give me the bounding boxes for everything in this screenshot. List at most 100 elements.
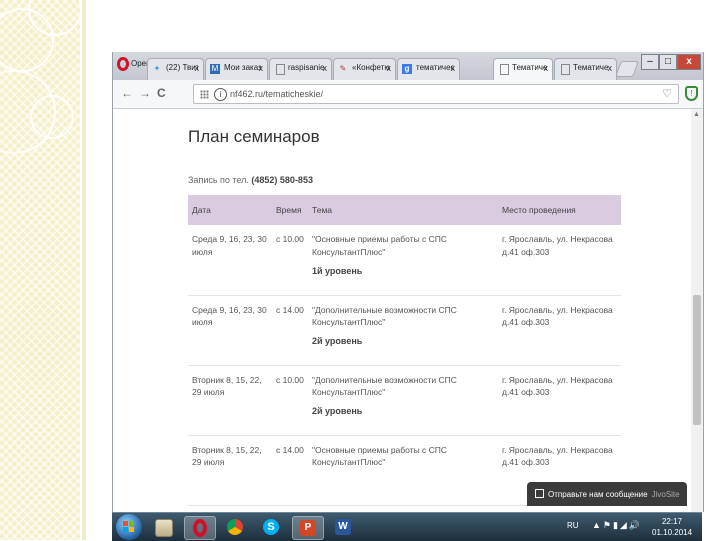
- column-header-time: Время: [272, 195, 308, 225]
- signup-label: Запись по тел.: [188, 175, 252, 185]
- cell-date: Вторник 8, 15, 22, 29 июля: [188, 435, 272, 506]
- tab-label: raspisanie: [288, 63, 325, 72]
- tab-konfetki[interactable]: ✎ «Конфетки x: [333, 58, 396, 80]
- cell-date: Среда 9, 16, 23, 30 июля: [188, 225, 272, 296]
- chat-widget-label: Отправьте нам сообщение: [548, 490, 648, 499]
- signup-phone-line: Запись по тел. (4852) 580-853: [188, 175, 313, 185]
- word-icon[interactable]: W: [328, 516, 358, 538]
- signup-phone: (4852) 580-853: [251, 175, 313, 185]
- close-window-button[interactable]: x: [677, 54, 701, 70]
- opera-logo-icon[interactable]: [117, 57, 129, 71]
- page-scrollbar[interactable]: ▲: [691, 109, 703, 512]
- address-url[interactable]: nf462.ru/tematicheskie/: [230, 89, 323, 99]
- column-header-date: Дата: [188, 195, 272, 225]
- page-icon: [276, 64, 285, 75]
- twitter-bird-icon: ✦: [153, 64, 161, 73]
- chat-widget-button[interactable]: Отправьте нам сообщение JivoSite: [527, 482, 687, 506]
- cell-place: г. Ярославль, ул. Некрасова д.41 оф.303: [498, 295, 621, 366]
- forward-arrow-icon[interactable]: →: [139, 86, 151, 100]
- windows-taskbar: S P W RU ▲⚑▮◢🔊 22:17 01.10.2014: [112, 512, 702, 541]
- chat-checkbox-icon: [535, 489, 544, 498]
- tab-raspisanie[interactable]: raspisanie x: [269, 58, 332, 80]
- file-manager-icon[interactable]: [148, 516, 178, 538]
- address-bar[interactable]: i nf462.ru/tematicheskie/ ♡: [193, 84, 679, 104]
- new-tab-button[interactable]: [615, 61, 639, 77]
- slide-decoration-edge: [82, 0, 86, 540]
- tab-close-icon[interactable]: x: [259, 63, 264, 73]
- tab-tematicheskie[interactable]: Тематиче x: [554, 58, 617, 80]
- cell-place: г. Ярославль, ул. Некрасова д.41 оф.303: [498, 225, 621, 296]
- scrollbar-thumb[interactable]: [693, 295, 701, 425]
- tab-label: «Конфетки: [352, 63, 390, 72]
- tab-google-search[interactable]: g тематическ x: [397, 58, 460, 80]
- cell-time: с 14.00: [272, 435, 308, 506]
- site-info-icon[interactable]: i: [214, 88, 227, 101]
- browser-window: Opera ✦ (22) Твитте x M Мои заказы x ras…: [112, 52, 704, 512]
- cell-topic: "Дополнительные возможности СПС Консульт…: [308, 295, 498, 366]
- tab-twitter[interactable]: ✦ (22) Твитте x: [147, 58, 204, 80]
- windows-start-icon[interactable]: [116, 514, 142, 540]
- tab-label: (22) Твитте: [166, 63, 198, 72]
- table-row: Вторник 8, 15, 22, 29 июля с 10.00 "Допо…: [188, 365, 621, 436]
- cell-topic: "Дополнительные возможности СПС Консульт…: [308, 365, 498, 436]
- pencil-icon: ✎: [339, 64, 347, 73]
- column-header-topic: Тема: [308, 195, 498, 225]
- tab-strip: Opera ✦ (22) Твитте x M Мои заказы x ras…: [113, 52, 703, 80]
- cell-place: г. Ярославль, ул. Некрасова д.41 оф.303: [498, 365, 621, 436]
- level-label: 1й уровень: [312, 265, 363, 276]
- tab-close-icon[interactable]: x: [608, 63, 613, 73]
- tab-orders[interactable]: M Мои заказы x: [205, 58, 268, 80]
- tab-close-icon[interactable]: x: [387, 63, 392, 73]
- skype-icon[interactable]: S: [256, 516, 286, 538]
- page-title: План семинаров: [188, 127, 320, 146]
- tab-close-icon[interactable]: x: [195, 63, 200, 73]
- column-header-place: Место проведения: [498, 195, 621, 225]
- cell-date: Вторник 8, 15, 22, 29 июля: [188, 365, 272, 436]
- tab-tematicheskie-active[interactable]: Тематиче x: [493, 58, 553, 80]
- minimize-button[interactable]: –: [641, 54, 659, 70]
- maximize-button[interactable]: □: [659, 54, 677, 70]
- table-row: Среда 9, 16, 23, 30 июля с 14.00 "Дополн…: [188, 295, 621, 366]
- tab-label: Тематиче: [573, 63, 609, 72]
- tab-close-icon[interactable]: x: [451, 63, 456, 73]
- level-label: 2й уровень: [312, 406, 363, 416]
- system-tray-icons[interactable]: ▲⚑▮◢🔊: [592, 520, 642, 531]
- bookmark-heart-icon[interactable]: ♡: [662, 87, 672, 100]
- tab-label: тематическ: [416, 63, 454, 72]
- language-indicator[interactable]: RU: [567, 521, 579, 530]
- browser-toolbar: ← → C i nf462.ru/tematicheskie/ ♡ !: [113, 80, 703, 109]
- chat-widget-brand: JivoSite: [651, 490, 680, 499]
- page-icon: [500, 64, 509, 75]
- cell-time: с 14.00: [272, 295, 308, 366]
- powerpoint-icon[interactable]: P: [292, 516, 324, 540]
- opera-icon[interactable]: [184, 516, 216, 540]
- adblock-shield-icon[interactable]: !: [685, 86, 698, 101]
- cell-time: с 10.00: [272, 225, 308, 296]
- back-arrow-icon[interactable]: ←: [121, 86, 133, 100]
- page-icon: [561, 64, 570, 75]
- taskbar-clock[interactable]: 22:17 01.10.2014: [652, 516, 692, 538]
- slide-decoration: [0, 0, 80, 540]
- table-header-row: Дата Время Тема Место проведения: [188, 195, 621, 225]
- clock-time: 22:17: [661, 517, 683, 526]
- topic-text: "Основные приемы работы с СПС Консультан…: [312, 234, 448, 257]
- reload-icon[interactable]: C: [157, 86, 166, 100]
- topic-text: "Дополнительные возможности СПС Консульт…: [312, 304, 457, 328]
- speed-dial-grid-icon[interactable]: [200, 90, 209, 99]
- cell-date: Среда 9, 16, 23, 30 июля: [188, 295, 272, 366]
- table-row: Среда 9, 16, 23, 30 июля с 10.00 "Основн…: [188, 225, 621, 296]
- cell-topic: "Основные приемы работы с СПС Консультан…: [308, 225, 498, 296]
- tab-close-icon[interactable]: x: [544, 63, 549, 73]
- clock-date: 01.10.2014: [652, 528, 693, 537]
- google-g-icon: g: [402, 64, 412, 74]
- tab-label: Тематиче: [512, 63, 547, 72]
- chrome-icon[interactable]: [220, 516, 250, 538]
- page-content: План семинаров Запись по тел. (4852) 580…: [113, 109, 691, 512]
- cell-topic: "Основные приемы работы с СПС Консультан…: [308, 435, 498, 506]
- level-label: 2й уровень: [312, 336, 363, 346]
- tab-close-icon[interactable]: x: [323, 63, 328, 73]
- blue-square-icon: M: [210, 64, 220, 74]
- topic-text: "Основные приемы работы с СПС Консультан…: [312, 444, 448, 468]
- seminar-table: Дата Время Тема Место проведения Среда 9…: [188, 195, 621, 506]
- scroll-up-arrow-icon[interactable]: ▲: [693, 111, 700, 118]
